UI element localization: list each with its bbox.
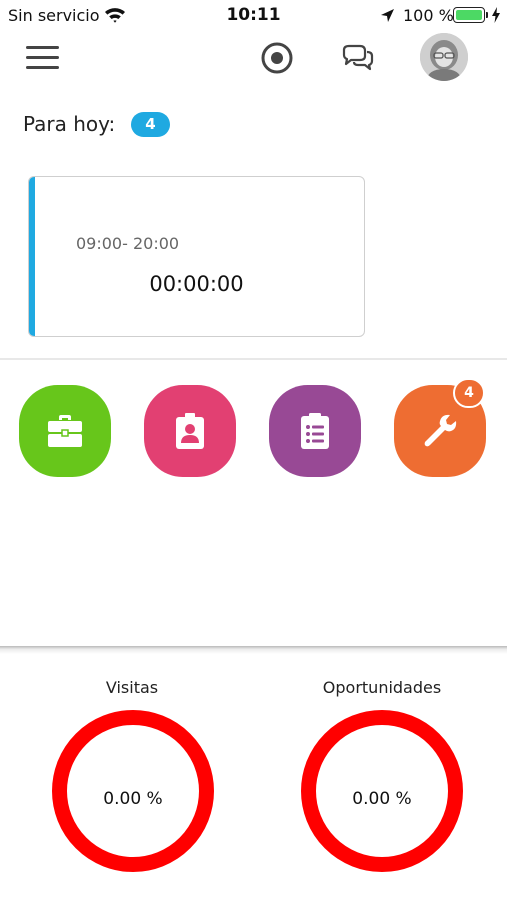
opportunities-progress-ring[interactable]: 0.00 %: [301, 710, 463, 872]
briefcase-icon: [48, 415, 82, 447]
today-label: Para hoy:: [23, 112, 116, 136]
battery-icon: [453, 7, 485, 23]
avatar[interactable]: [420, 33, 468, 81]
contacts-module-button[interactable]: [144, 385, 236, 477]
shift-hours: 09:00- 20:00: [76, 234, 180, 253]
visits-title: Visitas: [105, 678, 159, 697]
location-arrow-icon: [381, 9, 394, 22]
clipboard-list-icon: [301, 413, 329, 449]
tools-notification-badge: 4: [453, 378, 485, 408]
app-bar: [0, 32, 507, 88]
chat-bubbles-icon[interactable]: [340, 42, 376, 76]
visits-percent: 0.00 %: [103, 789, 163, 809]
contact-badge-icon: [176, 413, 204, 449]
opportunities-percent: 0.00 %: [352, 789, 412, 809]
shift-timer: 00:00:00: [149, 272, 244, 296]
hamburger-menu-icon[interactable]: [26, 46, 59, 70]
tasks-module-button[interactable]: [269, 385, 361, 477]
record-icon[interactable]: [260, 41, 294, 75]
today-count-badge: 4: [131, 112, 170, 137]
battery-percent: 100 %: [403, 6, 454, 25]
wrench-icon: [424, 414, 457, 447]
status-bar: Sin servicio 10:11 100 %: [0, 0, 507, 32]
briefcase-module-button[interactable]: [19, 385, 111, 477]
divider: [0, 358, 507, 360]
charging-icon: [492, 7, 500, 23]
opportunities-title: Oportunidades: [322, 678, 442, 697]
section-divider: [0, 646, 507, 654]
shift-card[interactable]: 09:00- 20:00 00:00:00: [28, 176, 365, 337]
battery-level-fill: [456, 10, 482, 20]
battery-tip: [486, 12, 488, 18]
visits-progress-ring[interactable]: 0.00 %: [52, 710, 214, 872]
home-screen: Sin servicio 10:11 100 % Para hoy: 4 09:…: [0, 0, 507, 900]
shift-card-accent: [29, 177, 35, 336]
